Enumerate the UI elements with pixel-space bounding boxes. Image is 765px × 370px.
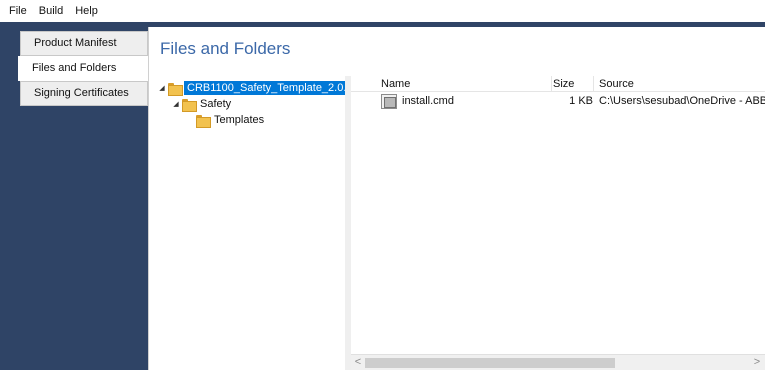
expanded-caret-icon[interactable]: ◢	[156, 84, 168, 92]
cell-source: C:\Users\sesubad\OneDrive - ABB\abb\s	[599, 95, 765, 107]
column-separator[interactable]	[593, 76, 594, 92]
page-title: Files and Folders	[160, 39, 291, 58]
tree-node-label[interactable]: Templates	[212, 113, 266, 127]
tree-node-label[interactable]: CRB1100_Safety_Template_2.0.0	[184, 81, 356, 95]
tree-node-templates[interactable]: Templates	[196, 112, 266, 128]
tree-node-label[interactable]: Safety	[198, 97, 233, 111]
cell-size: 1 KB	[569, 95, 593, 107]
scroll-right-icon[interactable]: >	[750, 355, 764, 370]
table-row[interactable]: install.cmd 1 KB C:\Users\sesubad\OneDri…	[351, 94, 765, 112]
tree-node-root[interactable]: ◢ CRB1100_Safety_Template_2.0.0	[156, 80, 356, 96]
column-header-size[interactable]: Size	[553, 76, 574, 92]
menu-help[interactable]: Help	[69, 0, 104, 22]
cmd-file-icon	[381, 94, 397, 109]
column-header-name[interactable]: Name	[381, 76, 410, 92]
grid-header: Name Size Source	[351, 76, 765, 92]
side-nav: Product Manifest Files and Folders Signi…	[0, 22, 151, 370]
folder-icon	[168, 82, 183, 96]
nav-item-signing-certificates[interactable]: Signing Certificates	[20, 81, 148, 106]
folder-icon	[182, 98, 197, 112]
tree-node-safety[interactable]: ◢ Safety	[170, 96, 233, 112]
files-grid: Name Size Source install.cmd 1 KB C:\Use…	[351, 76, 765, 370]
column-separator[interactable]	[551, 76, 552, 92]
folder-tree: ◢ CRB1100_Safety_Template_2.0.0 ◢ Safety…	[156, 77, 356, 362]
scrollbar-thumb[interactable]	[365, 358, 615, 368]
horizontal-scrollbar[interactable]: < >	[351, 354, 765, 370]
content-panel: Files and Folders ◢ CRB1100_Safety_Templ…	[148, 27, 765, 370]
column-header-source[interactable]: Source	[599, 76, 634, 92]
nav-item-files-and-folders[interactable]: Files and Folders	[18, 56, 151, 81]
scroll-left-icon[interactable]: <	[351, 355, 365, 370]
cell-name: install.cmd	[402, 95, 454, 107]
folder-icon	[196, 114, 211, 128]
menu-build[interactable]: Build	[33, 0, 69, 22]
nav-item-product-manifest[interactable]: Product Manifest	[20, 31, 148, 56]
expanded-caret-icon[interactable]: ◢	[170, 100, 182, 108]
app-body: Product Manifest Files and Folders Signi…	[0, 22, 765, 370]
menu-bar: File Build Help	[0, 0, 765, 22]
menu-file[interactable]: File	[3, 0, 33, 22]
